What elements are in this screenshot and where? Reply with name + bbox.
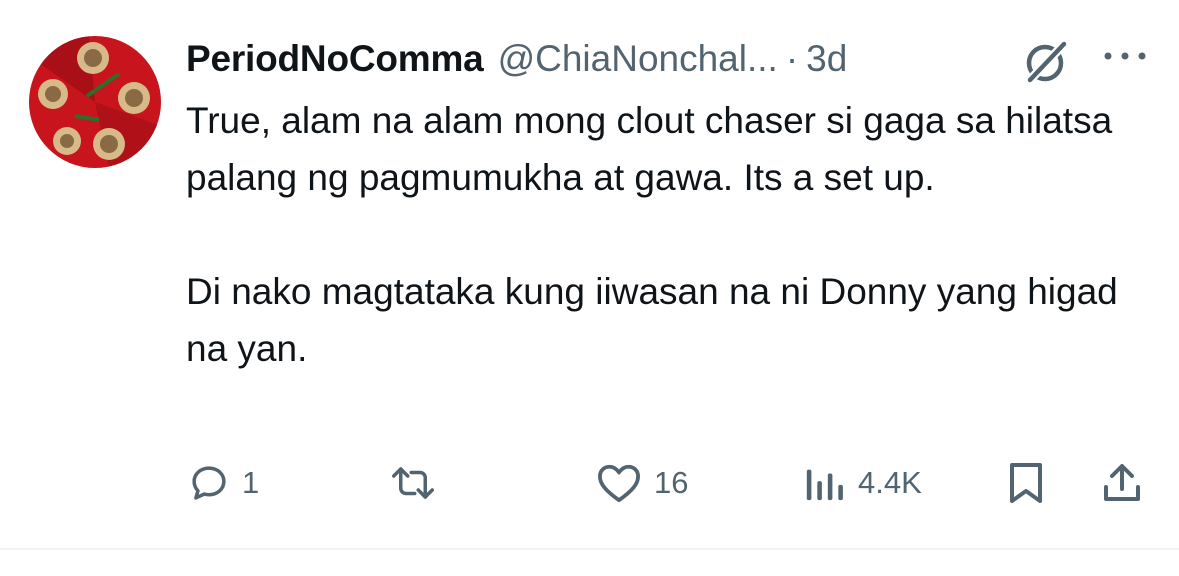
separator-dot: · — [785, 38, 799, 79]
timestamp[interactable]: 3d — [806, 38, 847, 80]
grok-icon[interactable] — [1020, 36, 1072, 88]
retweet-button[interactable] — [388, 455, 450, 511]
view-count: 4.4K — [858, 465, 922, 500]
divider — [0, 548, 1179, 550]
bookmark-icon — [1010, 463, 1042, 503]
tweet-header: PeriodNoComma @ChiaNonchal... · 3d — [186, 30, 847, 88]
reply-count: 1 — [242, 465, 260, 500]
display-name[interactable]: PeriodNoComma — [186, 38, 484, 80]
reply-button[interactable]: 1 — [188, 455, 259, 511]
share-icon — [1104, 464, 1140, 501]
action-bar: 1 16 4.4K — [0, 455, 1179, 511]
tweet[interactable]: PeriodNoComma @ChiaNonchal... · 3d True,… — [0, 0, 1179, 550]
views-button[interactable]: 4.4K — [802, 455, 922, 511]
retweet-icon — [392, 467, 434, 499]
views-icon — [806, 469, 843, 501]
tweet-text: True, alam na alam mong clout chaser si … — [186, 100, 1118, 369]
more-icon[interactable] — [1100, 46, 1150, 66]
bookmark-button[interactable] — [1006, 455, 1046, 511]
heart-icon — [598, 464, 640, 503]
avatar-image — [29, 36, 161, 168]
reply-icon — [192, 466, 226, 500]
like-count: 16 — [654, 465, 689, 500]
avatar[interactable] — [29, 36, 161, 168]
like-button[interactable]: 16 — [596, 455, 688, 511]
share-button[interactable] — [1100, 455, 1144, 511]
user-handle[interactable]: @ChiaNonchal... — [498, 38, 778, 80]
